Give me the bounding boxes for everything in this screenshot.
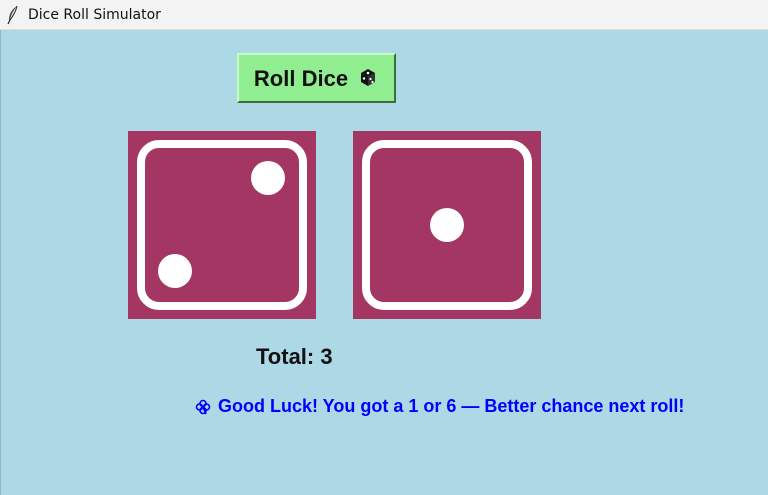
clover-icon bbox=[194, 398, 212, 416]
die-pip bbox=[158, 254, 192, 288]
status-message-text: Good Luck! You got a 1 or 6 — Better cha… bbox=[218, 396, 685, 416]
die-left bbox=[128, 131, 316, 319]
die-pip bbox=[430, 208, 464, 242]
die-right bbox=[353, 131, 541, 319]
window-title: Dice Roll Simulator bbox=[28, 6, 161, 23]
status-message: Good Luck! You got a 1 or 6 — Better cha… bbox=[194, 396, 684, 417]
feather-icon bbox=[6, 5, 20, 25]
die-pip bbox=[251, 161, 285, 195]
app-window: Roll Dice Total: 3 Good Luck! You got a … bbox=[0, 30, 768, 495]
roll-dice-label: Roll Dice bbox=[253, 66, 349, 91]
dice-icon bbox=[357, 66, 379, 93]
roll-dice-button[interactable]: Roll Dice bbox=[237, 53, 396, 103]
die-face-two bbox=[137, 140, 307, 310]
die-face-one bbox=[362, 140, 532, 310]
total-label: Total: 3 bbox=[256, 344, 333, 369]
title-bar: Dice Roll Simulator bbox=[0, 0, 768, 30]
